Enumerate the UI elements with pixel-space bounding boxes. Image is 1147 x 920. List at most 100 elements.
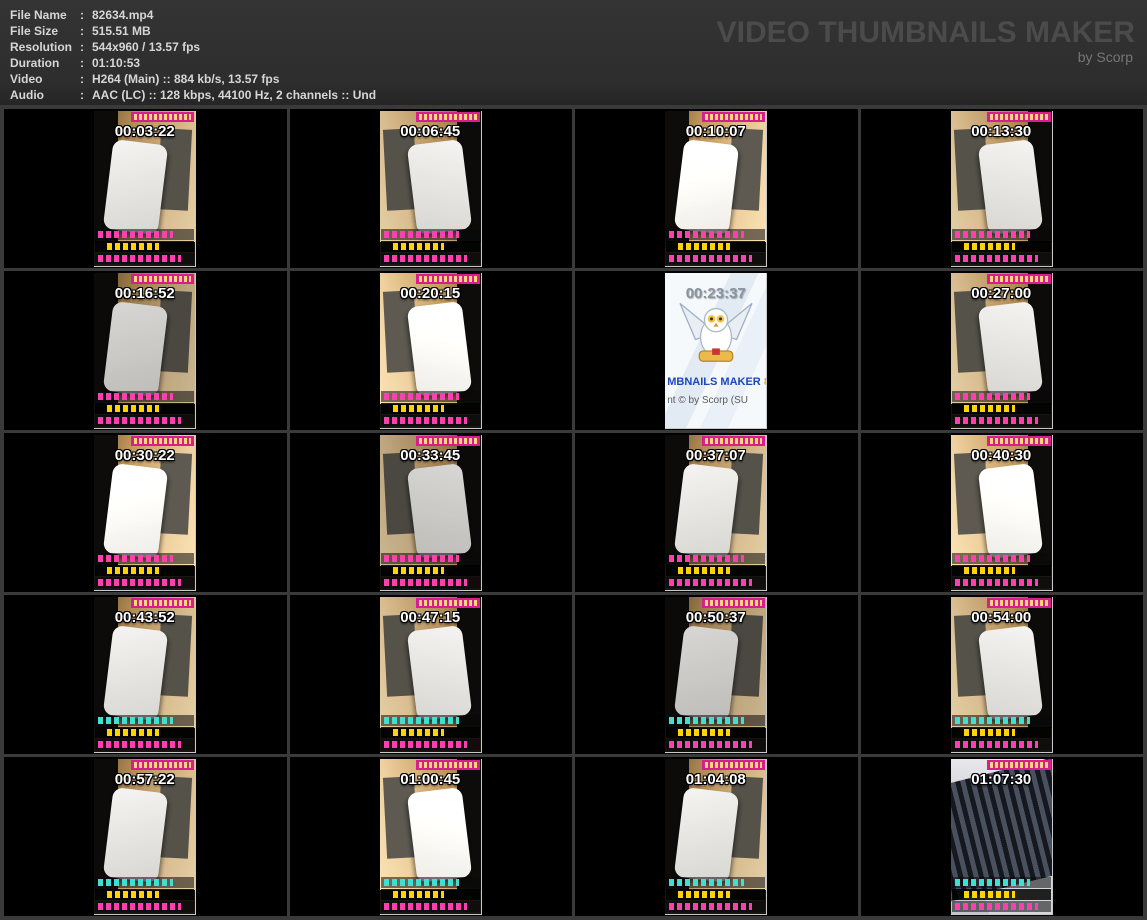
watermark-line — [666, 714, 766, 726]
timestamp-label: 01:07:30 — [971, 770, 1032, 788]
video-thumbnail: 00:40:30 — [950, 434, 1053, 591]
grid-cell: 00:33:45 — [289, 433, 572, 592]
watermark-banner-redacted — [130, 273, 195, 284]
watermark-line — [666, 252, 766, 264]
watermark-lines-redacted — [95, 390, 195, 426]
watermark-line — [666, 738, 766, 750]
brand-subtitle: by Scorp — [1077, 49, 1133, 65]
timestamp-label: 00:20:15 — [400, 284, 461, 302]
video-thumbnail: 00:27:00 — [950, 272, 1053, 429]
scene-mattress — [977, 300, 1043, 397]
scene-mattress — [103, 462, 169, 559]
file-info-separator: : — [80, 24, 84, 38]
watermark-line — [380, 390, 480, 402]
timestamp-label: 00:13:30 — [971, 122, 1032, 140]
watermark-line — [380, 552, 480, 564]
watermark-line — [95, 576, 195, 588]
watermark-url-line — [95, 888, 195, 900]
video-thumbnail: 01:04:08 — [665, 758, 768, 915]
grid-cell: 00:37:07 — [575, 433, 858, 592]
video-thumbnail: 00:50:37 — [665, 596, 768, 753]
logo-copyright-fragment: nt © by Scorp (SU — [667, 394, 748, 406]
watermark-url-line — [951, 402, 1051, 414]
watermark-line — [380, 876, 480, 888]
watermark-line — [380, 576, 480, 588]
grid-cell: 01:07:30 — [860, 757, 1143, 916]
scene-mattress — [406, 462, 472, 559]
watermark-banner-redacted — [130, 597, 195, 608]
watermark-line — [951, 900, 1051, 912]
watermark-line — [380, 714, 480, 726]
grid-cell: 01:04:08 — [575, 757, 858, 916]
scene-mattress — [406, 786, 472, 883]
grid-cell: 00:40:30 — [860, 433, 1143, 592]
video-thumbnail: 00:16:52 — [94, 272, 197, 429]
watermark-line — [95, 228, 195, 240]
watermark-line — [95, 414, 195, 426]
timestamp-label: 00:06:45 — [400, 122, 461, 140]
file-info-label: File Size — [10, 24, 59, 38]
watermark-line — [380, 738, 480, 750]
watermark-banner-redacted — [130, 111, 195, 122]
video-thumbnail: 00:37:07 — [665, 434, 768, 591]
watermark-banner-redacted — [701, 597, 766, 608]
scene-mattress — [406, 624, 472, 721]
grid-cell: 00:16:52 — [4, 271, 287, 430]
timestamp-label: 00:16:52 — [114, 284, 175, 302]
watermark-lines-redacted — [95, 876, 195, 912]
scene-mattress — [977, 624, 1043, 721]
watermark-url-line — [666, 888, 766, 900]
video-thumbnail: MBNAILS MAKER 8 nt © by Scorp (SU 00:23:… — [665, 272, 768, 429]
timestamp-label: 00:30:22 — [114, 446, 175, 464]
watermark-url-line — [95, 402, 195, 414]
video-thumbnail: 00:54:00 — [950, 596, 1053, 753]
grid-cell: 00:27:00 — [860, 271, 1143, 430]
watermark-line — [95, 390, 195, 402]
scene-mattress — [406, 300, 472, 397]
watermark-url-line — [380, 402, 480, 414]
watermark-line — [951, 252, 1051, 264]
watermark-url-line — [666, 240, 766, 252]
watermark-line — [951, 714, 1051, 726]
video-thumbnail: 01:00:45 — [379, 758, 482, 915]
watermark-line — [95, 714, 195, 726]
file-info-row: Audio : AAC (LC) :: 128 kbps, 44100 Hz, … — [10, 87, 1147, 103]
scene-mattress — [977, 462, 1043, 559]
watermark-line — [951, 228, 1051, 240]
watermark-url-line — [951, 726, 1051, 738]
watermark-url-line — [951, 564, 1051, 576]
file-info-label: Resolution — [10, 40, 72, 54]
scene-mattress — [103, 138, 169, 235]
scene-mattress — [674, 786, 740, 883]
watermark-lines-redacted — [951, 552, 1051, 588]
file-info-value: AAC (LC) :: 128 kbps, 44100 Hz, 2 channe… — [92, 88, 377, 102]
watermark-banner-redacted — [416, 759, 480, 770]
watermark-banner-redacted — [987, 597, 1051, 608]
video-thumbnail: 00:33:45 — [379, 434, 482, 591]
watermark-lines-redacted — [95, 552, 195, 588]
watermark-line — [666, 900, 766, 912]
timestamp-label: 00:50:37 — [685, 608, 746, 626]
watermark-line — [95, 900, 195, 912]
watermark-lines-redacted — [95, 228, 195, 264]
scene-mattress — [674, 462, 740, 559]
logo-version-fragment: 8 — [764, 376, 766, 388]
watermark-line — [951, 390, 1051, 402]
grid-cell: 00:20:15 — [289, 271, 572, 430]
watermark-line — [666, 576, 766, 588]
watermark-lines-redacted — [951, 390, 1051, 426]
watermark-lines-redacted — [666, 714, 766, 750]
timestamp-label: 00:40:30 — [971, 446, 1032, 464]
watermark-line — [95, 552, 195, 564]
watermark-lines-redacted — [951, 228, 1051, 264]
watermark-lines-redacted — [666, 228, 766, 264]
watermark-url-line — [95, 564, 195, 576]
watermark-banner-redacted — [701, 111, 766, 122]
watermark-line — [951, 576, 1051, 588]
watermark-url-line — [666, 564, 766, 576]
watermark-line — [95, 738, 195, 750]
video-thumbnail: 00:10:07 — [665, 110, 768, 267]
watermark-banner-redacted — [416, 597, 480, 608]
watermark-url-line — [380, 726, 480, 738]
watermark-banner-redacted — [130, 435, 195, 446]
